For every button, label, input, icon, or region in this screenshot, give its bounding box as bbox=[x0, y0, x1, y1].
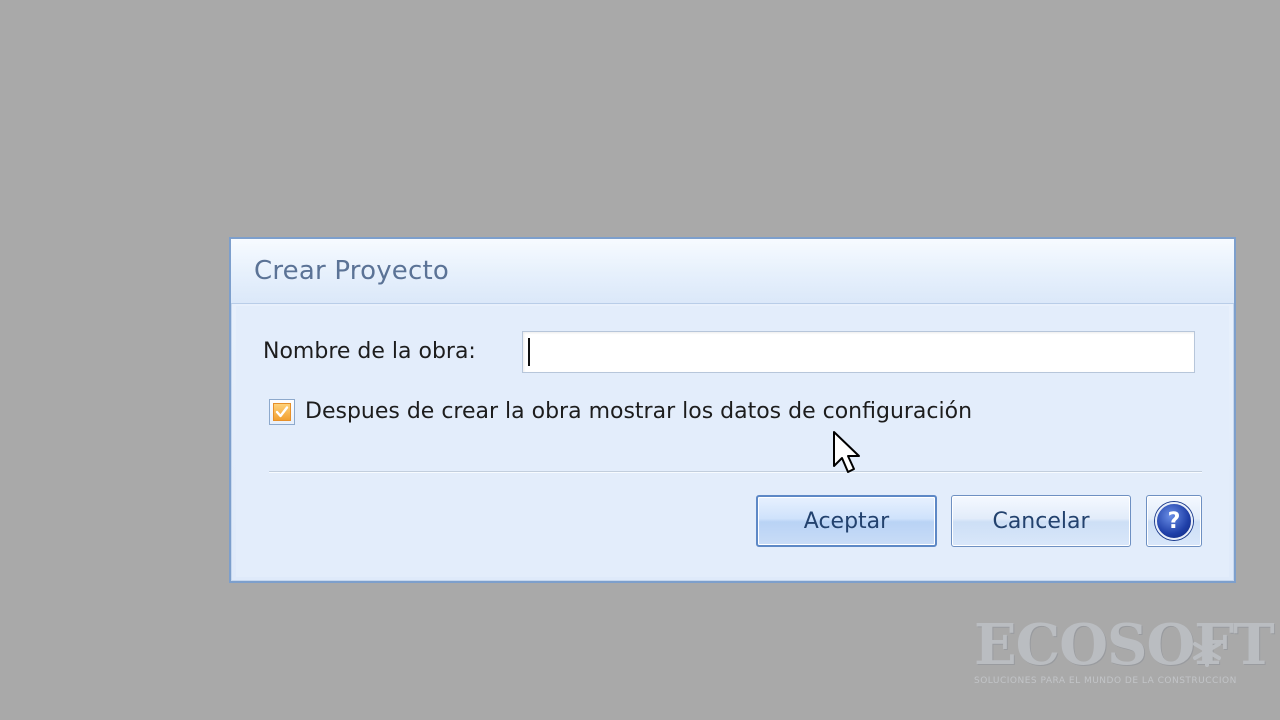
dialog-titlebar[interactable]: Crear Proyecto bbox=[231, 239, 1234, 304]
watermark-tagline: SOLUCIONES PARA EL MUNDO DE LA CONSTRUCC… bbox=[974, 676, 1237, 686]
cancel-button[interactable]: Cancelar bbox=[951, 495, 1131, 547]
desktop-background: Crear Proyecto Nombre de la obra: Despue… bbox=[0, 0, 1280, 720]
help-button[interactable]: ? bbox=[1146, 495, 1202, 547]
show-config-checkbox[interactable] bbox=[269, 399, 295, 425]
project-name-label: Nombre de la obra: bbox=[263, 339, 476, 364]
project-name-input[interactable] bbox=[522, 331, 1195, 373]
show-config-checkbox-label[interactable]: Despues de crear la obra mostrar los dat… bbox=[305, 399, 972, 424]
crear-proyecto-dialog: Crear Proyecto Nombre de la obra: Despue… bbox=[229, 237, 1236, 583]
checkmark-icon bbox=[275, 406, 289, 418]
ecosoft-watermark-logo: ECOSOFT SOLUCIONES PARA EL MUNDO DE LA C… bbox=[972, 612, 1275, 688]
help-question-icon: ? bbox=[1155, 502, 1193, 540]
checkbox-fill bbox=[273, 403, 291, 421]
text-caret bbox=[528, 338, 530, 366]
mouse-pointer-icon bbox=[833, 431, 860, 473]
snowflake-icon bbox=[1193, 635, 1221, 667]
watermark-brand: ECOSOFT bbox=[974, 612, 1275, 678]
accept-button[interactable]: Aceptar bbox=[756, 495, 937, 547]
dialog-separator bbox=[269, 471, 1202, 473]
dialog-title: Crear Proyecto bbox=[254, 256, 449, 286]
